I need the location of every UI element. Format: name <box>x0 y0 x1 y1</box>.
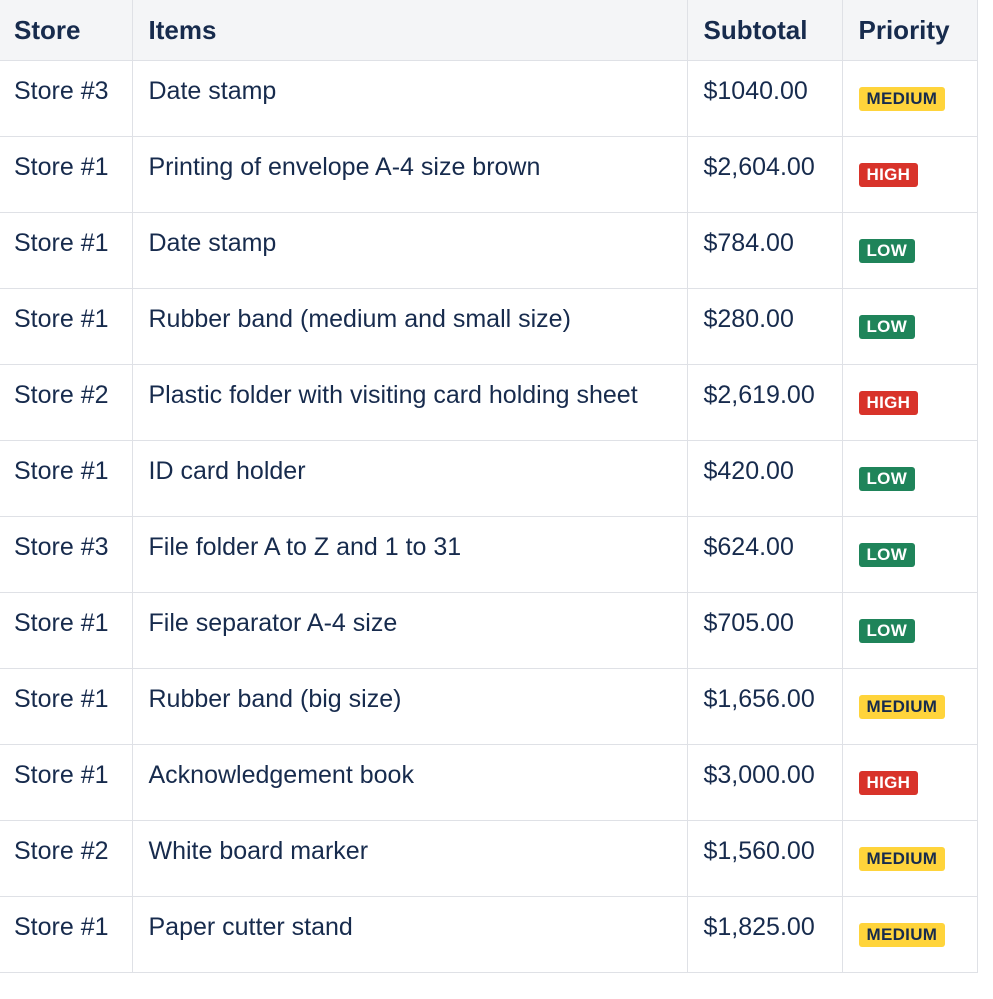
table-body: Store #3 Date stamp $1040.00 MEDIUM Stor… <box>0 60 978 973</box>
items-cell: Date stamp <box>131 60 688 137</box>
priority-badge: LOW <box>858 315 916 339</box>
priority-badge: HIGH <box>858 163 919 187</box>
table-row[interactable]: Store #1 Acknowledgement book $3,000.00 … <box>0 744 978 821</box>
header-subtotal[interactable]: Subtotal <box>686 0 843 61</box>
items-cell: Plastic folder with visiting card holdin… <box>131 364 688 441</box>
priority-badge: MEDIUM <box>858 847 946 871</box>
priority-badge: HIGH <box>858 391 919 415</box>
priority-cell: LOW <box>841 592 978 669</box>
header-priority[interactable]: Priority <box>841 0 978 61</box>
store-cell: Store #1 <box>0 440 133 517</box>
priority-cell: HIGH <box>841 136 978 213</box>
orders-table-container: Store Items Subtotal Priority Store #3 D… <box>0 0 978 973</box>
priority-cell: MEDIUM <box>841 60 978 137</box>
priority-badge: LOW <box>858 239 916 263</box>
table-row[interactable]: Store #2 White board marker $1,560.00 ME… <box>0 820 978 897</box>
subtotal-cell: $1,825.00 <box>686 896 843 973</box>
header-store[interactable]: Store <box>0 0 133 61</box>
priority-badge: LOW <box>858 543 916 567</box>
orders-table: Store Items Subtotal Priority Store #3 D… <box>0 0 978 973</box>
items-cell: ID card holder <box>131 440 688 517</box>
store-cell: Store #1 <box>0 668 133 745</box>
subtotal-cell: $784.00 <box>686 212 843 289</box>
table-row[interactable]: Store #2 Plastic folder with visiting ca… <box>0 364 978 441</box>
items-cell: File separator A-4 size <box>131 592 688 669</box>
items-cell: White board marker <box>131 820 688 897</box>
items-cell: Paper cutter stand <box>131 896 688 973</box>
table-row[interactable]: Store #1 Date stamp $784.00 LOW <box>0 212 978 289</box>
store-cell: Store #1 <box>0 896 133 973</box>
table-row[interactable]: Store #3 File folder A to Z and 1 to 31 … <box>0 516 978 593</box>
priority-cell: MEDIUM <box>841 820 978 897</box>
subtotal-cell: $2,604.00 <box>686 136 843 213</box>
header-items[interactable]: Items <box>131 0 688 61</box>
table-row[interactable]: Store #1 Paper cutter stand $1,825.00 ME… <box>0 896 978 973</box>
priority-cell: LOW <box>841 440 978 517</box>
items-cell: Rubber band (medium and small size) <box>131 288 688 365</box>
priority-cell: HIGH <box>841 744 978 821</box>
priority-badge: MEDIUM <box>858 87 946 111</box>
store-cell: Store #2 <box>0 364 133 441</box>
priority-cell: LOW <box>841 288 978 365</box>
priority-cell: LOW <box>841 516 978 593</box>
store-cell: Store #1 <box>0 288 133 365</box>
subtotal-cell: $705.00 <box>686 592 843 669</box>
table-row[interactable]: Store #1 Rubber band (big size) $1,656.0… <box>0 668 978 745</box>
store-cell: Store #1 <box>0 592 133 669</box>
store-cell: Store #1 <box>0 744 133 821</box>
items-cell: File folder A to Z and 1 to 31 <box>131 516 688 593</box>
table-row[interactable]: Store #1 Printing of envelope A-4 size b… <box>0 136 978 213</box>
table-row[interactable]: Store #1 Rubber band (medium and small s… <box>0 288 978 365</box>
priority-cell: LOW <box>841 212 978 289</box>
subtotal-cell: $280.00 <box>686 288 843 365</box>
subtotal-cell: $2,619.00 <box>686 364 843 441</box>
header-row: Store Items Subtotal Priority <box>0 0 978 61</box>
priority-cell: MEDIUM <box>841 896 978 973</box>
subtotal-cell: $1,656.00 <box>686 668 843 745</box>
subtotal-cell: $3,000.00 <box>686 744 843 821</box>
subtotal-cell: $420.00 <box>686 440 843 517</box>
priority-badge: LOW <box>858 619 916 643</box>
table-row[interactable]: Store #1 File separator A-4 size $705.00… <box>0 592 978 669</box>
priority-cell: MEDIUM <box>841 668 978 745</box>
subtotal-cell: $1040.00 <box>686 60 843 137</box>
store-cell: Store #3 <box>0 516 133 593</box>
store-cell: Store #3 <box>0 60 133 137</box>
priority-badge: MEDIUM <box>858 695 946 719</box>
items-cell: Acknowledgement book <box>131 744 688 821</box>
table-row[interactable]: Store #3 Date stamp $1040.00 MEDIUM <box>0 60 978 137</box>
store-cell: Store #1 <box>0 212 133 289</box>
subtotal-cell: $624.00 <box>686 516 843 593</box>
store-cell: Store #2 <box>0 820 133 897</box>
store-cell: Store #1 <box>0 136 133 213</box>
items-cell: Date stamp <box>131 212 688 289</box>
table-header: Store Items Subtotal Priority <box>0 0 978 61</box>
items-cell: Rubber band (big size) <box>131 668 688 745</box>
priority-cell: HIGH <box>841 364 978 441</box>
priority-badge: LOW <box>858 467 916 491</box>
items-cell: Printing of envelope A-4 size brown <box>131 136 688 213</box>
priority-badge: MEDIUM <box>858 923 946 947</box>
priority-badge: HIGH <box>858 771 919 795</box>
table-row[interactable]: Store #1 ID card holder $420.00 LOW <box>0 440 978 517</box>
subtotal-cell: $1,560.00 <box>686 820 843 897</box>
